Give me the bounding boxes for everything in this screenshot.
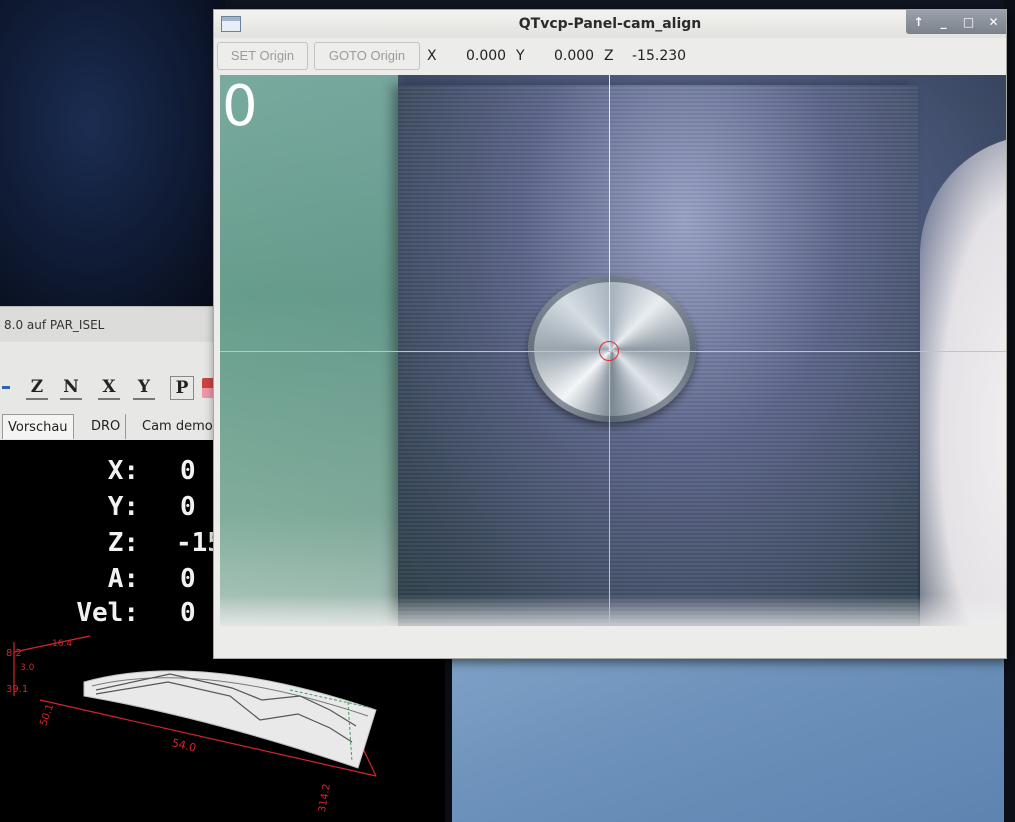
crosshair-vertical-lower-line bbox=[609, 355, 610, 626]
view-x-button[interactable]: X bbox=[98, 376, 120, 400]
plot-dim-f: 54.0 bbox=[171, 736, 198, 755]
view-p-button[interactable]: P bbox=[170, 376, 194, 400]
plot-dim-e: 50.1 bbox=[38, 703, 56, 728]
set-origin-button[interactable]: SET Origin bbox=[217, 42, 308, 70]
dro-y-label: Y: bbox=[107, 492, 139, 522]
window-titlebar[interactable]: QTvcp-Panel-cam_align ↑ _ □ ✕ bbox=[214, 10, 1006, 39]
qtvcp-cam-align-window: QTvcp-Panel-cam_align ↑ _ □ ✕ SET Origin… bbox=[213, 9, 1007, 659]
dro-vel-value: 0 bbox=[180, 598, 196, 628]
axis-status-bar: 8.0 auf PAR_ISEL bbox=[0, 306, 225, 342]
dro-y-value: 0 bbox=[180, 492, 196, 522]
maximize-icon[interactable]: □ bbox=[960, 15, 978, 29]
minimize-icon[interactable]: _ bbox=[935, 15, 953, 29]
camera-overlay-counter: 0 bbox=[222, 75, 258, 139]
plot-dim-d: 39.1 bbox=[6, 684, 28, 695]
window-title: QTvcp-Panel-cam_align bbox=[518, 16, 702, 32]
view-n-button[interactable]: N bbox=[60, 376, 82, 400]
camera-view[interactable]: 0 bbox=[220, 75, 1006, 626]
dro-a-label: A: bbox=[107, 564, 139, 594]
desktop-background bbox=[452, 650, 1015, 822]
toolbar-separator bbox=[2, 386, 10, 389]
dro-a-value: 0 bbox=[180, 564, 196, 594]
x-axis-label: X bbox=[427, 48, 437, 64]
axis-3d-preview-top[interactable] bbox=[0, 0, 225, 310]
z-axis-label: Z bbox=[604, 48, 614, 64]
axis-view-toolbar: Z N X Y P bbox=[0, 342, 225, 412]
goto-origin-button[interactable]: GOTO Origin bbox=[314, 42, 420, 70]
view-z-button[interactable]: Z bbox=[26, 376, 48, 400]
plot-dim-g: 314.2 bbox=[317, 783, 333, 813]
dro-x-label: X: bbox=[107, 456, 139, 486]
plot-dim-b: 16.4 bbox=[52, 639, 72, 649]
dro-x-value: 0 bbox=[180, 456, 196, 486]
axis-tab-bar: Vorschau DRO Cam demo bbox=[0, 412, 225, 441]
tab-cam-demo[interactable]: Cam demo bbox=[137, 414, 218, 439]
dro-vel-label: Vel: bbox=[76, 598, 139, 628]
tab-dro[interactable]: DRO bbox=[86, 414, 127, 439]
plot-dim-a: 8.2 bbox=[6, 648, 22, 659]
center-reticle-circle bbox=[599, 341, 619, 361]
view-y-button[interactable]: Y bbox=[133, 376, 155, 400]
keep-above-icon[interactable]: ↑ bbox=[910, 15, 928, 29]
y-axis-label: Y bbox=[516, 48, 525, 64]
y-axis-value: 0.000 bbox=[554, 48, 595, 64]
window-bottom-frame bbox=[214, 626, 1006, 658]
close-icon[interactable]: ✕ bbox=[985, 15, 1003, 29]
camera-image-bottom-glare bbox=[220, 595, 1006, 626]
x-axis-value: 0.000 bbox=[466, 48, 507, 64]
camera-image-glare bbox=[920, 135, 1006, 626]
cam-align-toolbar: SET Origin GOTO Origin X 0.000 Y 0.000 Z… bbox=[214, 38, 1006, 74]
tab-vorschau[interactable]: Vorschau bbox=[2, 414, 74, 439]
z-axis-value: -15.230 bbox=[632, 48, 687, 64]
window-controls: ↑ _ □ ✕ bbox=[906, 10, 1006, 34]
dro-z-label: Z: bbox=[107, 528, 139, 558]
plot-dim-c: 3.0 bbox=[20, 663, 35, 673]
status-bar-text: 8.0 auf PAR_ISEL bbox=[4, 318, 105, 332]
